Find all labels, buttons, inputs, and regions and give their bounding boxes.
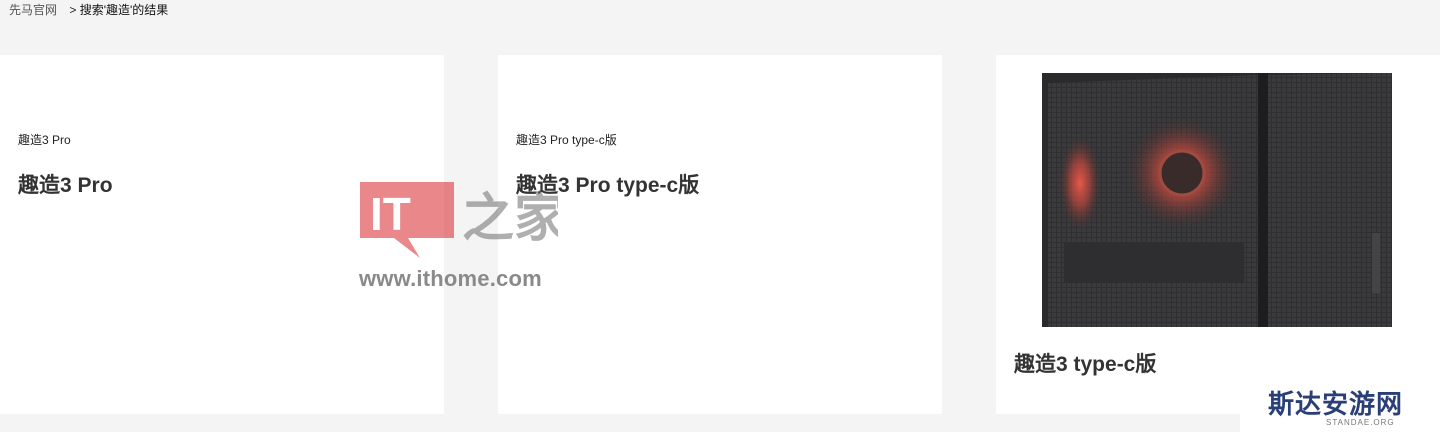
breadcrumb-current: 搜索'趣造'的结果 — [79, 3, 169, 17]
pc-case-illustration — [1042, 73, 1392, 327]
badge-name: 斯达安游网 — [1268, 390, 1404, 420]
breadcrumb-home-link[interactable]: 先马官网 — [9, 3, 57, 17]
product-image[interactable] — [1042, 73, 1392, 327]
badge-url: STANDAE.ORG — [1326, 418, 1395, 427]
ithome-logo: IT 之家 — [360, 182, 566, 258]
product-title[interactable]: 趣造3 Pro — [18, 169, 113, 199]
site-badge: 斯达安游网 STANDAE.ORG — [1240, 380, 1440, 432]
product-subtitle: 趣造3 Pro type-c版 — [516, 133, 617, 147]
product-subtitle: 趣造3 Pro — [18, 133, 71, 147]
product-card[interactable]: 趣造3 type-c版 — [996, 55, 1440, 414]
product-title[interactable]: 趣造3 type-c版 — [1014, 348, 1156, 378]
watermark-url: www.ithome.com — [359, 266, 542, 291]
svg-text:之家: 之家 — [462, 188, 558, 249]
product-card[interactable]: 趣造3 Pro type-c版 趣造3 Pro type-c版 — [498, 55, 942, 414]
breadcrumb: 先马官网 > 搜索'趣造'的结果 — [9, 2, 168, 18]
svg-text:IT: IT — [370, 188, 411, 240]
breadcrumb-separator: > — [69, 3, 77, 17]
